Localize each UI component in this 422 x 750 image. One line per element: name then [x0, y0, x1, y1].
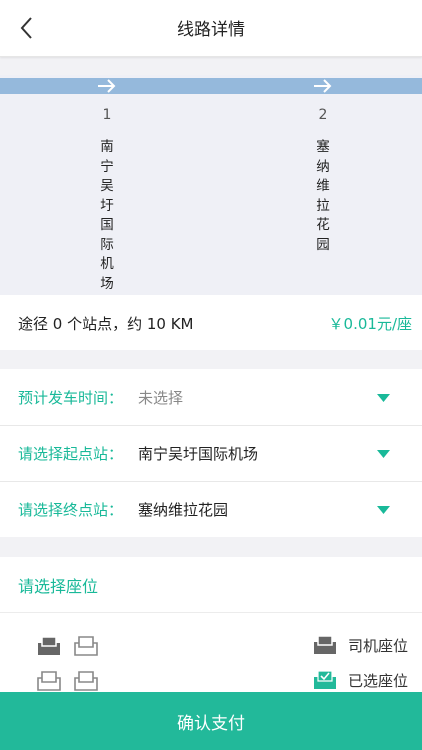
departure-time-label: 预计发车时间： — [18, 389, 124, 407]
selected-seat-legend-icon — [314, 670, 336, 689]
empty-seat-icon[interactable] — [36, 668, 62, 692]
end-station-value: 塞纳维拉花园 — [138, 501, 229, 519]
stop-name: 南宁吴圩国际机场 — [100, 139, 114, 292]
caret-down-icon — [377, 506, 390, 514]
seat-price: ￥0.01元/座 — [328, 315, 412, 333]
driver-seat-legend-icon — [314, 635, 336, 654]
empty-seat-icon[interactable] — [73, 633, 99, 657]
selected-seat-legend-label: 已选座位 — [348, 672, 409, 690]
seat-section-title: 请选择座位 — [18, 577, 99, 596]
start-station-select[interactable]: 请选择起点站： 南宁吴圩国际机场 — [0, 425, 422, 482]
start-station-label: 请选择起点站： — [18, 445, 124, 463]
start-station-value: 南宁吴圩国际机场 — [138, 445, 259, 463]
departure-time-value: 未选择 — [138, 389, 184, 407]
nav-header: 线路详情 — [0, 0, 422, 57]
divider — [0, 612, 422, 613]
trip-info-row: 途径 0 个站点，约 10 KM ￥0.01元/座 — [0, 295, 422, 350]
end-station-label: 请选择终点站： — [18, 501, 124, 519]
route-map: 1 南宁吴圩国际机场 2 塞纳维拉花园 — [0, 75, 422, 295]
empty-seat-icon[interactable] — [73, 668, 99, 692]
caret-down-icon — [377, 450, 390, 458]
confirm-payment-button[interactable]: 确认支付 — [0, 692, 422, 750]
page-title: 线路详情 — [177, 20, 245, 40]
arrow-right-icon — [314, 79, 332, 93]
departure-time-select[interactable]: 预计发车时间： 未选择 — [0, 369, 422, 426]
trip-summary: 途径 0 个站点，约 10 KM — [18, 315, 194, 333]
route-bar — [0, 78, 422, 94]
stop-number: 2 — [318, 107, 328, 123]
driver-seat-legend-label: 司机座位 — [348, 637, 409, 655]
stop-name: 塞纳维拉花园 — [316, 139, 330, 253]
arrow-right-icon — [98, 79, 116, 93]
caret-down-icon — [377, 394, 390, 402]
driver-seat-icon — [38, 636, 60, 655]
trip-form: 预计发车时间： 未选择 请选择起点站： 南宁吴圩国际机场 请选择终点站： 塞纳维… — [0, 369, 422, 537]
stop-number: 1 — [102, 107, 112, 123]
end-station-select[interactable]: 请选择终点站： 塞纳维拉花园 — [0, 481, 422, 537]
